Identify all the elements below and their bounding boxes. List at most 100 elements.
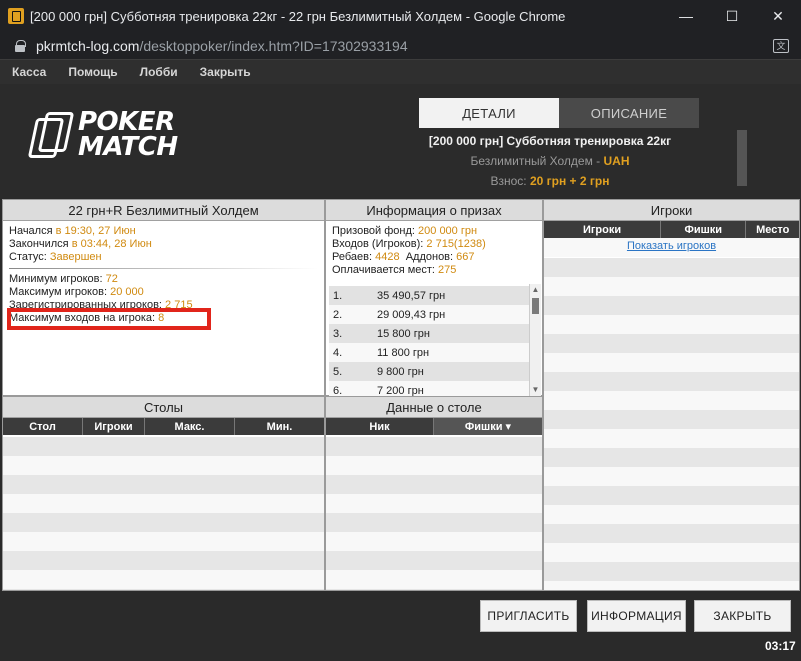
players-list xyxy=(544,258,799,590)
prize-amount: 11 800 грн xyxy=(377,346,430,359)
tournament-info: [200 000 грн] Субботняя тренировка 22кг … xyxy=(419,134,681,194)
prize-place: 4. xyxy=(333,346,343,359)
col-min[interactable]: Мин. xyxy=(235,418,324,435)
table-data-panel-header: Данные о столе xyxy=(326,397,542,418)
addons-value: 667 xyxy=(456,251,475,263)
app-icon xyxy=(8,8,24,24)
rebuys-addons-row: Ребаев: 4428 Аддонов: 667 xyxy=(332,251,536,264)
prize-place: 3. xyxy=(333,327,343,340)
game-label: Безлимитный Холдем - xyxy=(470,154,604,168)
col-players[interactable]: Игроки xyxy=(544,221,662,238)
prize-amount: 15 800 грн xyxy=(377,327,430,340)
menu-item-close[interactable]: Закрыть xyxy=(200,65,251,79)
menu-item-cashier[interactable]: Касса xyxy=(12,65,46,79)
show-players-row: Показать игроков xyxy=(544,238,799,257)
menu-bar: Касса Помощь Лобби Закрыть xyxy=(0,60,801,84)
paid-value: 275 xyxy=(438,264,457,276)
status-row: Статус: Завершен xyxy=(9,251,318,264)
table-data-list xyxy=(326,437,542,590)
entries-label: Входов (Игроков): xyxy=(332,238,427,250)
tables-list xyxy=(3,437,324,590)
window-titlebar: [200 000 грн] Субботняя тренировка 22кг … xyxy=(0,0,801,32)
started-row: Начался в 19:30, 27 Июн xyxy=(9,225,318,238)
summary-divider xyxy=(9,268,318,269)
prize-pool-label: Призовой фонд: xyxy=(332,225,419,237)
prize-row: 3. 15 800 грн xyxy=(329,324,529,343)
prize-amount: 35 490,57 грн xyxy=(377,289,446,302)
prize-place: 5. xyxy=(333,365,343,378)
prize-row: 2. 29 009,43 грн xyxy=(329,305,529,324)
tables-column-header: Стол Игроки Макс. Мин. xyxy=(3,418,324,435)
tab-description[interactable]: ОПИСАНИЕ xyxy=(559,98,699,128)
players-panel: Игроки Игроки Фишки Место Показать игрок… xyxy=(543,199,800,591)
invite-button[interactable]: ПРИГЛАСИТЬ xyxy=(480,600,577,632)
maximize-button[interactable]: ☐ xyxy=(709,0,755,32)
scroll-thumb[interactable] xyxy=(532,298,539,314)
prize-list[interactable]: 1. 35 490,57 грн 2. 29 009,43 грн 3. 15 800… xyxy=(329,286,529,400)
players-column-header: Игроки Фишки Место xyxy=(544,221,799,238)
entries-value: 2 715(1238) xyxy=(426,238,486,250)
address-bar[interactable]: pkrmtch-log.com/desktoppoker/index.htm?I… xyxy=(0,32,801,60)
tables-panel-header: Столы xyxy=(3,397,324,418)
close-button[interactable]: ЗАКРЫТЬ xyxy=(694,600,791,632)
ended-value: в 03:44, 28 Июн xyxy=(71,238,152,250)
prize-row: 5. 9 800 грн xyxy=(329,362,529,381)
header-scrollbar[interactable] xyxy=(737,130,747,186)
buyin-value: 20 грн + 2 грн xyxy=(529,174,610,188)
prize-place: 1. xyxy=(333,289,343,302)
prize-row: 4. 11 800 грн xyxy=(329,343,529,362)
url-text[interactable]: pkrmtch-log.com/desktoppoker/index.htm?I… xyxy=(36,38,408,54)
translate-icon[interactable]: 文 xyxy=(773,38,789,53)
buyin-label: Взнос: xyxy=(490,174,530,188)
col-table[interactable]: Стол xyxy=(3,418,83,435)
min-players-label: Минимум игроков: xyxy=(9,273,106,285)
information-button[interactable]: ИНФОРМАЦИЯ xyxy=(587,600,686,632)
rebuys-value: 4428 xyxy=(375,251,400,263)
prize-amount: 7 200 грн xyxy=(377,384,424,397)
started-value: в 19:30, 27 Июн xyxy=(55,225,136,237)
scroll-down-arrow[interactable]: ▼ xyxy=(530,384,541,396)
status-value: Завершен xyxy=(49,251,102,263)
ended-label: Закончился xyxy=(9,238,72,250)
col-table-players[interactable]: Игроки xyxy=(83,418,145,435)
scroll-up-arrow[interactable]: ▲ xyxy=(530,284,541,296)
col-max[interactable]: Макс. xyxy=(145,418,235,435)
minimize-button[interactable]: — xyxy=(663,0,709,32)
highlight-box xyxy=(7,308,211,330)
header-tabs: ДЕТАЛИ ОПИСАНИЕ xyxy=(419,98,699,128)
prize-place: 2. xyxy=(333,308,343,321)
prize-summary: Призовой фонд: 200 000 грн Входов (Игрок… xyxy=(326,221,542,277)
prize-row: 1. 35 490,57 грн xyxy=(329,286,529,305)
prize-scrollbar[interactable]: ▲ ▼ xyxy=(529,284,541,396)
min-players-value: 72 xyxy=(105,273,118,285)
prize-pool-value: 200 000 грн xyxy=(418,225,478,237)
min-players-row: Минимум игроков: 72 xyxy=(9,273,318,286)
prize-panel-header: Информация о призах xyxy=(326,200,542,221)
tournament-title: [200 000 грн] Субботняя тренировка 22кг xyxy=(428,134,672,148)
max-players-label: Максимум игроков: xyxy=(9,286,111,298)
close-window-button[interactable]: ✕ xyxy=(755,0,801,32)
window-title: [200 000 грн] Субботняя тренировка 22кг … xyxy=(30,8,566,24)
url-path: /desktoppoker/index.htm?ID=17302933194 xyxy=(139,37,408,54)
max-players-row: Максимум игроков: 20 000 xyxy=(9,286,318,299)
show-players-link[interactable]: Показать игроков xyxy=(627,240,716,252)
players-panel-header: Игроки xyxy=(544,200,799,221)
menu-item-lobby[interactable]: Лобби xyxy=(140,65,178,79)
summary-panel: 22 грн+R Безлимитный Холдем Начался в 19… xyxy=(2,199,325,396)
clock: 03:17 xyxy=(765,639,796,653)
tables-panel: Столы Стол Игроки Макс. Мин. xyxy=(2,396,325,591)
logo-text: POKER MATCH xyxy=(78,109,178,162)
logo-line-2: MATCH xyxy=(78,132,178,162)
col-place[interactable]: Место xyxy=(746,221,799,238)
menu-item-help[interactable]: Помощь xyxy=(68,65,117,79)
entries-row: Входов (Игроков): 2 715(1238) xyxy=(332,238,536,251)
max-players-value: 20 000 xyxy=(110,286,144,298)
paid-places-row: Оплачивается мест: 275 xyxy=(332,264,536,277)
tab-details[interactable]: ДЕТАЛИ xyxy=(419,98,559,128)
ended-row: Закончился в 03:44, 28 Июн xyxy=(9,238,318,251)
col-nick[interactable]: Ник xyxy=(326,418,434,435)
lock-icon[interactable] xyxy=(14,39,26,52)
buyin: Взнос: 20 грн + 2 грн xyxy=(419,174,681,188)
col-chips-sort[interactable]: Фишки ▾ xyxy=(434,418,542,435)
col-chips[interactable]: Фишки xyxy=(661,221,747,238)
